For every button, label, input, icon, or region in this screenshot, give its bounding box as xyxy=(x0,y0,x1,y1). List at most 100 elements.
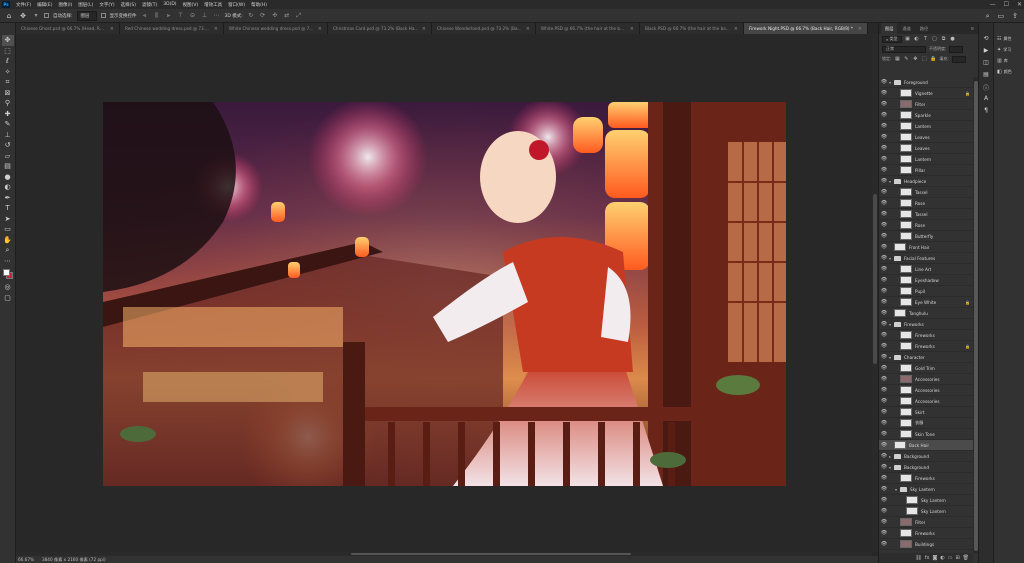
close-icon[interactable]: × xyxy=(214,26,218,32)
visibility-eye-icon[interactable]: 👁 xyxy=(879,321,889,327)
search-icon[interactable]: ⌕ xyxy=(986,12,990,21)
visibility-eye-icon[interactable]: 👁 xyxy=(879,277,889,283)
menu-edit[interactable]: 编辑(E) xyxy=(34,2,55,8)
visibility-eye-icon[interactable]: 👁 xyxy=(879,409,889,415)
menu-image[interactable]: 图像(I) xyxy=(55,2,75,8)
visibility-eye-icon[interactable]: 👁 xyxy=(879,376,889,382)
layer-row[interactable]: 👁 Tassel xyxy=(879,209,973,220)
menu-type[interactable]: 文字(Y) xyxy=(96,2,117,8)
visibility-eye-icon[interactable]: 👁 xyxy=(879,211,889,217)
layer-row[interactable]: 👁 Butterfly xyxy=(879,231,973,242)
layer-row[interactable]: 👁 Fireworks xyxy=(879,330,973,341)
share-icon[interactable]: ⇪ xyxy=(1012,12,1018,21)
adjustment-filter-icon[interactable]: ◐ xyxy=(914,36,920,42)
brush-tool-icon[interactable]: ✎ xyxy=(2,119,14,130)
tab-chinese-ghost[interactable]: Chinese Ghost.psd @ 66.7% (Head, RGB/...… xyxy=(16,23,120,34)
3d-pan-icon[interactable]: ✣ xyxy=(271,12,279,19)
visibility-eye-icon[interactable]: 👁 xyxy=(879,519,889,525)
auto-select-checkbox[interactable] xyxy=(44,13,49,18)
layer-group-row[interactable]: 👁 ▾ Foreground xyxy=(879,77,973,88)
layer-row[interactable]: 👁 Eye White 🔒 xyxy=(879,297,973,308)
scrollbar-thumb[interactable] xyxy=(351,553,631,555)
align-center-icon[interactable]: ⫼ xyxy=(153,12,161,20)
trash-icon[interactable]: 🗑 xyxy=(963,555,969,561)
visibility-eye-icon[interactable]: 👁 xyxy=(879,112,889,118)
paragraph-icon[interactable]: ¶ xyxy=(981,107,991,115)
pixel-filter-icon[interactable]: ▣ xyxy=(905,36,911,42)
layer-row[interactable]: 👁 Pupil xyxy=(879,286,973,297)
layer-row[interactable]: 👁 Lantern xyxy=(879,121,973,132)
visibility-eye-icon[interactable]: 👁 xyxy=(879,420,889,426)
visibility-eye-icon[interactable]: 👁 xyxy=(879,365,889,371)
menu-3d[interactable]: 3D(D) xyxy=(160,2,179,7)
comments-icon[interactable]: ▤ xyxy=(981,71,991,79)
auto-select-dropdown[interactable]: 图层 xyxy=(76,10,97,21)
smart-object-filter-icon[interactable]: ⧉ xyxy=(941,36,947,42)
close-icon[interactable]: × xyxy=(110,26,114,32)
home-icon[interactable]: ⌂ xyxy=(4,12,14,20)
crop-tool-icon[interactable]: ⌗ xyxy=(2,77,14,88)
gradient-tool-icon[interactable]: ▤ xyxy=(2,161,14,172)
lock-position-icon[interactable]: ✥ xyxy=(912,56,918,62)
layer-group-row[interactable]: 👁 ▾ Facial Features xyxy=(879,253,973,264)
layer-row[interactable]: 👁 Pillar xyxy=(879,165,973,176)
visibility-eye-icon[interactable]: 👁 xyxy=(879,123,889,129)
move-tool-icon[interactable]: ✥ xyxy=(1,35,14,46)
actions-icon[interactable]: ▶ xyxy=(981,47,991,55)
visibility-eye-icon[interactable]: 👁 xyxy=(879,486,889,492)
visibility-eye-icon[interactable]: 👁 xyxy=(879,90,889,96)
character-icon[interactable]: A xyxy=(981,95,991,103)
layer-row[interactable]: 👁 Tanghulu xyxy=(879,308,973,319)
info-icon[interactable]: ⓘ xyxy=(981,83,991,92)
layer-row[interactable]: 👁 Fireworks 🔒 xyxy=(879,341,973,352)
tab-paths[interactable]: 路径 xyxy=(916,23,932,34)
visibility-eye-icon[interactable]: 👁 xyxy=(879,354,889,360)
move-tool-icon[interactable]: ✥ xyxy=(18,12,28,20)
visibility-eye-icon[interactable]: 👁 xyxy=(879,299,889,305)
visibility-eye-icon[interactable]: 👁 xyxy=(879,134,889,140)
layer-row[interactable]: 👁 Accessories xyxy=(879,385,973,396)
tab-christmas-card[interactable]: Christmas Card.psd @ 73.2% (Back Hair...… xyxy=(328,23,432,34)
visibility-eye-icon[interactable]: 👁 xyxy=(879,343,889,349)
visibility-eye-icon[interactable]: 👁 xyxy=(879,453,889,459)
adjustment-layer-icon[interactable]: ◐ xyxy=(940,555,944,561)
layer-style-icon[interactable]: fx xyxy=(925,555,930,561)
pen-tool-icon[interactable]: ✒ xyxy=(2,193,14,204)
close-icon[interactable]: × xyxy=(526,26,530,32)
link-layers-icon[interactable]: ⛓ xyxy=(915,555,921,561)
layer-row[interactable]: 👁 Fireworks xyxy=(879,528,973,539)
marquee-tool-icon[interactable]: ⬚ xyxy=(2,46,14,57)
chevron-down-icon[interactable]: ▾ xyxy=(32,12,40,19)
more-tools-icon[interactable]: ⋯ xyxy=(2,256,14,267)
layer-group-row[interactable]: 👁 ▾ Character xyxy=(879,352,973,363)
align-bottom-icon[interactable]: ⊥ xyxy=(201,12,209,19)
visibility-eye-icon[interactable]: 👁 xyxy=(879,189,889,195)
layer-row[interactable]: 👁 Back Hair xyxy=(879,440,973,451)
visibility-eye-icon[interactable]: 👁 xyxy=(879,233,889,239)
visibility-eye-icon[interactable]: 👁 xyxy=(879,178,889,184)
panel-menu-icon[interactable]: ≡ xyxy=(966,23,978,34)
visibility-eye-icon[interactable]: 👁 xyxy=(879,508,889,514)
layer-row[interactable]: 👁 Rose xyxy=(879,220,973,231)
visibility-eye-icon[interactable]: 👁 xyxy=(879,464,889,470)
history-icon[interactable]: ⟲ xyxy=(981,35,991,43)
visibility-eye-icon[interactable]: 👁 xyxy=(879,398,889,404)
visibility-eye-icon[interactable]: 👁 xyxy=(879,167,889,173)
tab-channels[interactable]: 通道 xyxy=(898,23,914,34)
artwork-canvas[interactable] xyxy=(103,102,786,486)
frame-tool-icon[interactable]: ⊠ xyxy=(2,88,14,99)
visibility-eye-icon[interactable]: 👁 xyxy=(879,310,889,316)
menu-filter[interactable]: 滤镜(T) xyxy=(139,2,160,8)
tab-white-wedding-dress[interactable]: White Chinese wedding dress.psd @ 73....… xyxy=(224,23,328,34)
close-icon[interactable]: × xyxy=(630,26,634,32)
clone-stamp-tool-icon[interactable]: ⊥ xyxy=(2,130,14,141)
lasso-tool-icon[interactable]: ℓ xyxy=(2,56,14,67)
workspace-icon[interactable]: ▭ xyxy=(998,12,1005,21)
layer-row[interactable]: 👁 Accessories xyxy=(879,374,973,385)
photoshop-logo-icon[interactable]: Ps xyxy=(2,1,10,8)
layer-row[interactable]: 👁 Filter xyxy=(879,99,973,110)
visibility-eye-icon[interactable]: 👁 xyxy=(879,387,889,393)
layer-group-row[interactable]: 👁 ▾ Background xyxy=(879,462,973,473)
menu-select[interactable]: 选择(S) xyxy=(118,2,139,8)
align-middle-icon[interactable]: ⊝ xyxy=(189,12,197,19)
